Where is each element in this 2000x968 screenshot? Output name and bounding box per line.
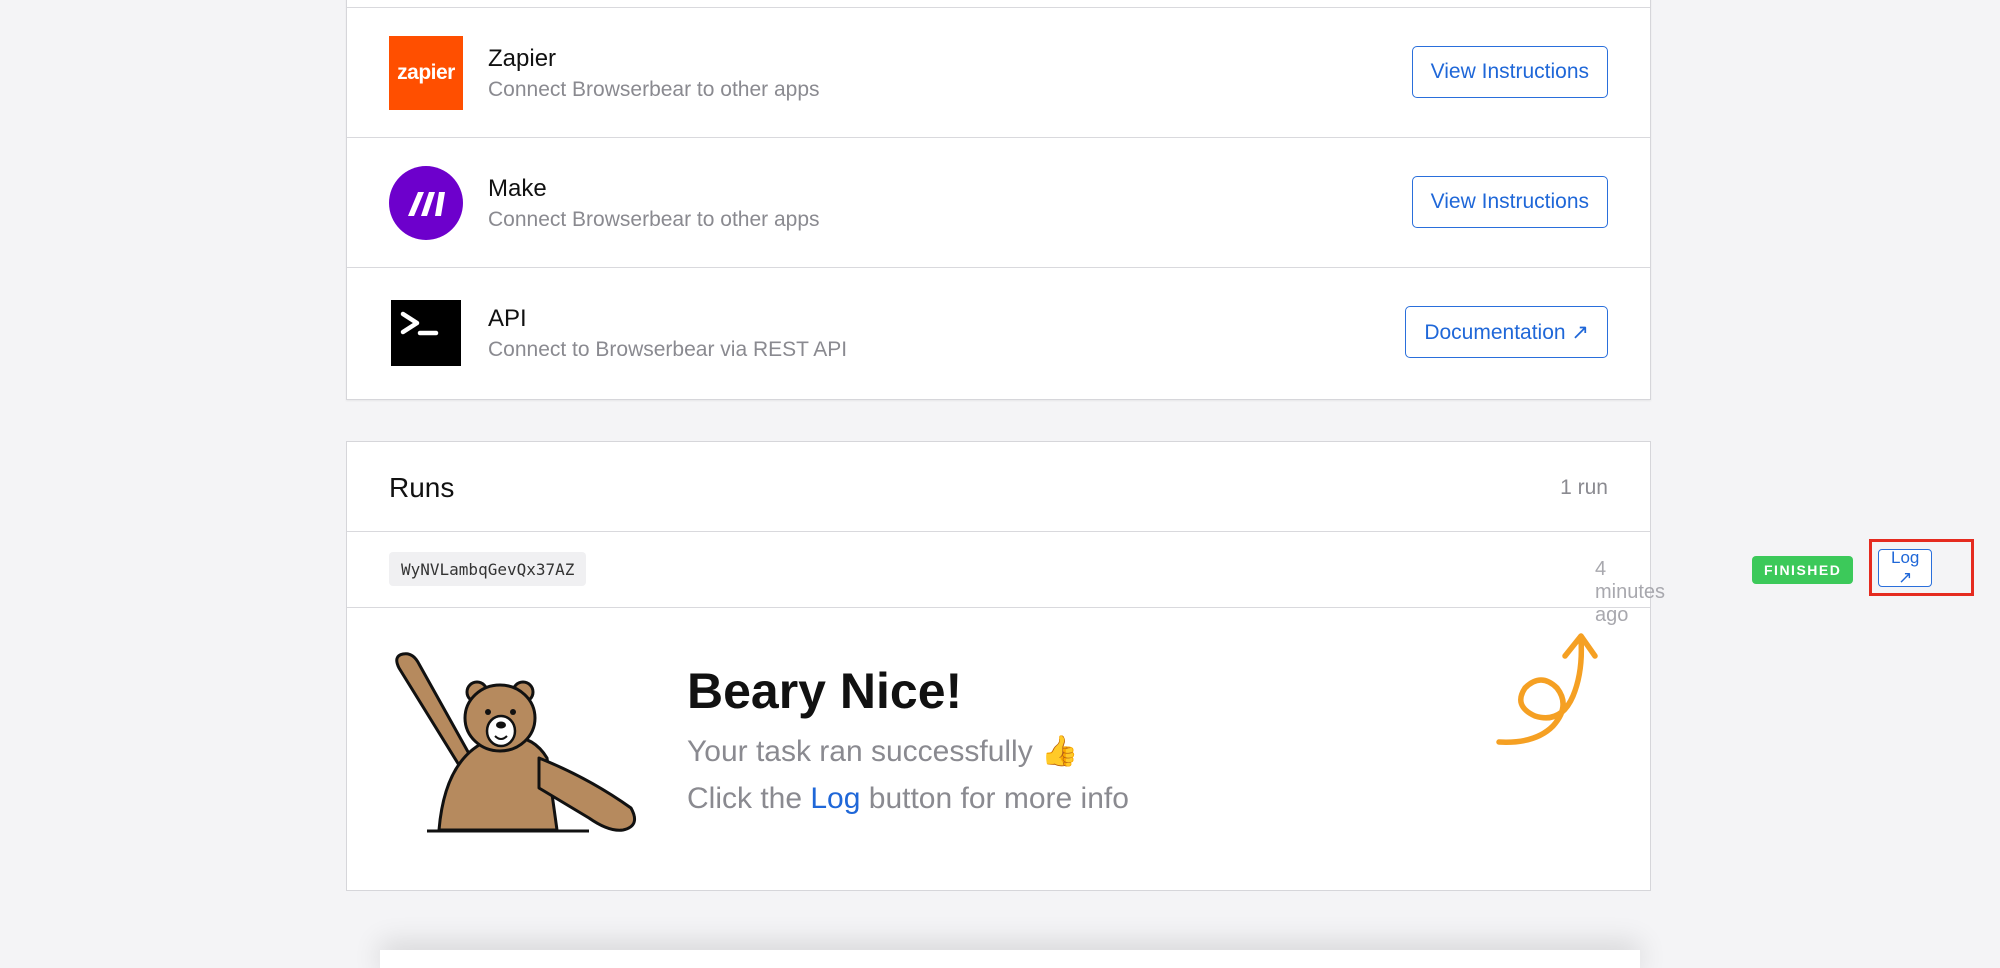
log-button[interactable]: Log ↗ [1878,548,1933,587]
integration-row-zapier: zapier Zapier Connect Browserbear to oth… [347,7,1650,137]
integration-description: Connect Browserbear to other apps [488,78,820,101]
runs-card: Runs 1 run WyNVLambqGevQx37AZ 4 minutes … [346,441,1974,892]
success-hint: Click the Log button for more info [687,782,1129,816]
integration-name: API [488,305,527,332]
integration-description: Connect to Browserbear via REST API [488,338,848,361]
curly-arrow-icon [1496,633,1598,745]
log-link[interactable]: Log [810,782,860,815]
view-instructions-button[interactable]: View Instructions [1411,46,1608,98]
runs-count: 1 run [1560,476,1608,499]
integration-row-api: API Connect to Browserbear via REST API … [347,267,1650,400]
integration-name: Zapier [488,45,557,72]
success-panel: Beary Nice! Your task ran successfully 👍… [347,608,1650,892]
runs-title: Runs [389,472,455,503]
integration-description: Connect Browserbear to other apps [488,208,820,231]
waving-bear-icon [395,652,637,833]
runs-header: Runs 1 run [347,442,1650,531]
terminal-icon [391,300,461,366]
success-message: Your task ran successfully 👍 [687,735,1079,768]
success-hint-suffix: button for more info [860,782,1129,815]
success-title: Beary Nice! [687,663,963,719]
zapier-logo-icon: zapier [389,36,463,110]
run-id: WyNVLambqGevQx37AZ [389,552,587,586]
view-instructions-button[interactable]: View Instructions [1411,176,1608,228]
run-row: WyNVLambqGevQx37AZ 4 minutes ago FINISHE… [347,531,1854,626]
integrations-card: zapier Zapier Connect Browserbear to oth… [346,0,1651,400]
success-hint-prefix: Click the [687,782,811,815]
documentation-button[interactable]: Documentation ↗ [1405,306,1608,358]
integration-row-make: Make Connect Browserbear to other apps V… [347,137,1650,267]
zapier-logo-text: zapier [397,61,455,84]
make-logo-icon [389,166,463,240]
status-badge: FINISHED [1752,556,1854,584]
next-card-edge [380,950,1640,968]
integration-name: Make [488,175,547,202]
